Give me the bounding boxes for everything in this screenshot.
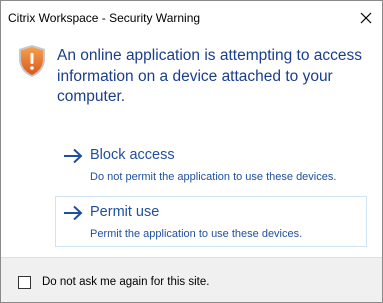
close-icon — [360, 12, 372, 24]
close-button[interactable] — [352, 1, 382, 35]
window-title: Citrix Workspace - Security Warning — [8, 11, 201, 25]
permit-use-title: Permit use — [90, 204, 160, 220]
do-not-ask-label[interactable]: Do not ask me again for this site. — [42, 276, 209, 288]
warning-message: An online application is attempting to a… — [57, 47, 363, 105]
do-not-ask-checkbox[interactable] — [18, 276, 31, 289]
arrow-right-icon — [64, 148, 83, 164]
block-access-option[interactable]: Block access Do not permit the applicati… — [55, 139, 367, 190]
title-bar[interactable]: Citrix Workspace - Security Warning — [1, 1, 382, 35]
security-warning-dialog: Citrix Workspace - Security Warning An o… — [0, 0, 383, 303]
block-access-title: Block access — [90, 147, 175, 163]
permit-use-option[interactable]: Permit use Permit the application to use… — [55, 196, 367, 247]
shield-warning-icon — [19, 45, 45, 77]
permit-use-description: Permit the application to use these devi… — [90, 228, 303, 240]
dialog-content: An online application is attempting to a… — [1, 35, 382, 257]
block-access-description: Do not permit the application to use the… — [90, 171, 337, 183]
dialog-footer: Do not ask me again for this site. — [1, 257, 382, 302]
arrow-right-icon — [64, 205, 83, 221]
